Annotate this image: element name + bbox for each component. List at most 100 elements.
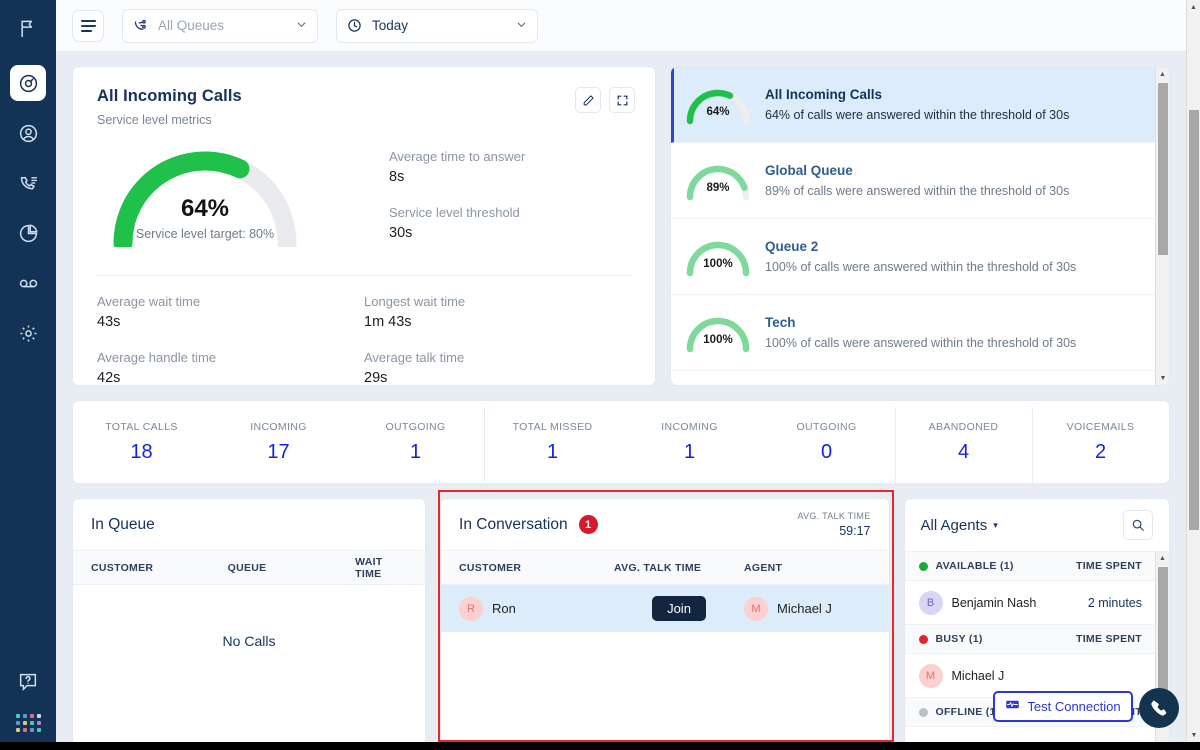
sidebar-item-analytics[interactable] <box>10 215 46 251</box>
metric-block: Average wait time 43s <box>97 294 364 330</box>
table-row[interactable]: RRonJoinMMichael J <box>441 585 888 632</box>
expand-icon[interactable] <box>609 87 635 113</box>
sidebar-item-settings[interactable] <box>10 315 46 351</box>
app-grid-icon[interactable] <box>16 714 41 732</box>
service-level-gauge: 64% Service level target: 80% <box>105 143 305 247</box>
help-question-icon[interactable] <box>13 668 43 696</box>
scrollbar-thumb[interactable] <box>1158 83 1168 255</box>
queue-description: 100% of calls were answered within the t… <box>765 260 1139 274</box>
metric-block: Average handle time 42s <box>97 350 364 386</box>
connection-pulse-icon <box>1005 697 1020 717</box>
page-scrollbar[interactable]: ▲ ▼ <box>1186 0 1200 742</box>
column-header-avg-talk-time: AVG. TALK TIME <box>614 562 744 574</box>
agents-title[interactable]: All Agents <box>921 517 988 534</box>
kpi-tile: VOICEMAILS2 <box>1032 421 1169 464</box>
call-fab-button[interactable] <box>1139 688 1179 728</box>
kpi-value: 4 <box>895 441 1032 464</box>
test-connection-button[interactable]: Test Connection <box>993 691 1133 722</box>
queue-filter-dropdown[interactable]: All Queues <box>122 9 318 43</box>
queue-list-scrollbar[interactable]: ▲ ▼ <box>1155 67 1169 385</box>
kpi-label: ABANDONED <box>895 421 1032 433</box>
avg-talk-time-value: 59:17 <box>797 524 870 538</box>
sidebar-item-call-log[interactable] <box>10 165 46 201</box>
chevron-down-icon[interactable]: ▾ <box>993 520 998 531</box>
scroll-down-icon[interactable]: ▼ <box>1156 371 1170 385</box>
clock-icon <box>347 18 365 33</box>
queue-name: All Incoming Calls <box>765 87 1139 102</box>
queue-list[interactable]: 64% All Incoming Calls 64% of calls were a… <box>671 67 1155 385</box>
in-conversation-table-header: CUSTOMER AVG. TALK TIME AGENT <box>441 551 888 585</box>
sidebar-item-contacts[interactable] <box>10 115 46 151</box>
metric-label: Average time to answer <box>389 149 631 164</box>
service-level-subtitle: Service level metrics <box>97 113 631 127</box>
gauge-percent: 64% <box>105 195 305 223</box>
sidebar-item-voicemail[interactable] <box>10 265 46 301</box>
metric-block: Average time to answer 8s <box>389 149 631 185</box>
metric-label: Average handle time <box>97 350 364 365</box>
search-icon[interactable] <box>1123 510 1153 540</box>
dashboard-app: All Queues Today <box>0 0 1200 750</box>
kpi-tile: TOTAL MISSED1 <box>484 421 621 464</box>
divider <box>97 275 631 276</box>
queue-list-item[interactable]: 64% All Incoming Calls 64% of calls were a… <box>671 67 1155 143</box>
scrollbar-thumb[interactable] <box>1158 567 1168 699</box>
metric-block: Average talk time 29s <box>364 350 631 386</box>
sidebar-item-dashboard[interactable] <box>10 65 46 101</box>
in-queue-panel: In Queue CUSTOMER QUEUE WAIT TIME No Cal… <box>72 498 426 750</box>
pencil-icon[interactable] <box>575 87 601 113</box>
top-bar: All Queues Today <box>56 0 1200 52</box>
metric-value: 29s <box>364 370 631 386</box>
metric-value: 43s <box>97 314 364 330</box>
test-connection-label: Test Connection <box>1027 699 1120 714</box>
avatar: B <box>919 591 943 615</box>
kpi-tile: ABANDONED 4 <box>895 421 1032 464</box>
hamburger-icon[interactable] <box>72 10 104 42</box>
chevron-down-icon <box>516 19 527 33</box>
avg-talk-time-stat: AVG. TALK TIME 59:17 <box>797 511 870 538</box>
kpi-value: 1 <box>621 441 758 464</box>
in-queue-table-header: CUSTOMER QUEUE WAIT TIME <box>73 551 425 585</box>
agent-time-spent: 2 minutes <box>1088 596 1142 610</box>
queue-gauge-percent: 64% <box>683 106 753 118</box>
queue-list-item[interactable]: 100%Tech100% of calls were answered with… <box>671 295 1155 371</box>
queue-description: 64% of calls were answered within the th… <box>765 108 1139 122</box>
avatar: M <box>919 664 943 688</box>
kpi-tile: TOTAL CALLS18 <box>73 421 210 464</box>
chevron-down-icon <box>296 19 307 33</box>
agents-header: All Agents ▾ <box>905 499 1170 551</box>
metric-label: Average wait time <box>97 294 364 309</box>
app-logo <box>0 8 56 48</box>
scroll-up-icon[interactable]: ▲ <box>1156 551 1169 565</box>
kpi-tile: INCOMING 17 <box>210 421 347 464</box>
kpi-label: INCOMING <box>210 421 347 433</box>
in-queue-header: In Queue <box>73 499 425 551</box>
kpi-value: 17 <box>210 441 347 464</box>
queue-list-item[interactable]: 100%Queue 2100% of calls were answered w… <box>671 219 1155 295</box>
scroll-down-icon[interactable]: ▼ <box>1187 728 1200 742</box>
agent-group-header: AVAILABLE (1)TIME SPENT <box>905 551 1157 581</box>
service-level-body: 64% Service level target: 80% Average ti… <box>97 137 631 261</box>
column-header-customer: CUSTOMER <box>459 562 614 574</box>
queue-filter-label: All Queues <box>158 18 296 33</box>
status-dot <box>919 562 928 571</box>
scroll-up-icon[interactable]: ▲ <box>1156 67 1169 81</box>
scroll-up-icon[interactable]: ▲ <box>1187 0 1200 14</box>
page-title: All Incoming Calls <box>97 87 631 106</box>
viewport-bottom-edge <box>0 742 1200 750</box>
queue-gauge: 89% <box>679 161 757 201</box>
kpi-value: 1 <box>347 441 484 464</box>
join-button[interactable]: Join <box>652 596 706 621</box>
scrollbar-thumb[interactable] <box>1189 110 1199 530</box>
in-queue-title: In Queue <box>91 516 155 534</box>
time-spent-header: TIME SPENT <box>1076 633 1142 645</box>
avatar: M <box>744 597 768 621</box>
agent-row[interactable]: BBenjamin Nash2 minutes <box>905 581 1157 624</box>
queue-gauge: 100% <box>679 313 757 353</box>
status-dot <box>919 708 928 717</box>
gauge-container: 64% Service level target: 80% <box>97 137 389 261</box>
queue-list-item[interactable]: 89%Global Queue89% of calls were answere… <box>671 143 1155 219</box>
queue-gauge: 64% <box>679 85 757 125</box>
date-filter-dropdown[interactable]: Today <box>336 9 538 43</box>
in-queue-empty-state: No Calls <box>73 585 425 649</box>
date-filter-label: Today <box>372 18 516 33</box>
